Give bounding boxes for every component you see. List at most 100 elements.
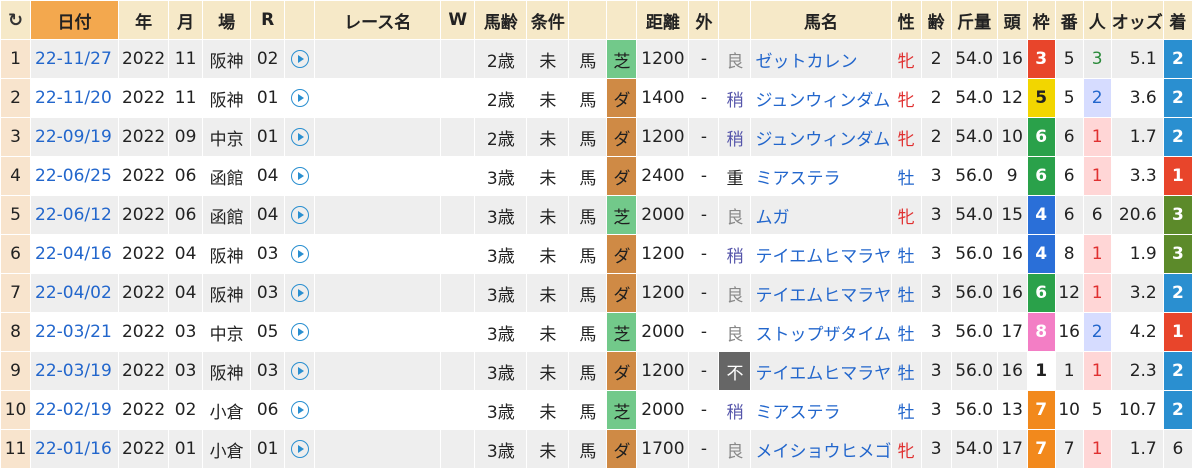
- play-icon[interactable]: [290, 167, 309, 185]
- play-icon[interactable]: [290, 50, 309, 68]
- header-popularity[interactable]: 人: [1082, 0, 1112, 40]
- table-row[interactable]: 8 22-03/21 2022 03 中京 05 3歳未馬芝 2000- 良ストップザタイム牡 3…: [0, 312, 1193, 352]
- header-horse-age[interactable]: 齢: [920, 0, 952, 40]
- play-icon[interactable]: [290, 362, 309, 380]
- popularity-cell: 1: [1082, 117, 1112, 157]
- play-icon[interactable]: [290, 245, 309, 263]
- play-button[interactable]: [284, 156, 316, 196]
- table-row[interactable]: 4 22-06/25 2022 06 函館 04 3歳未馬ダ 2400- 重ミアステラ牡 3 56.…: [0, 156, 1193, 196]
- header-umaban[interactable]: 番: [1054, 0, 1084, 40]
- date-link[interactable]: 22-01/16: [30, 429, 120, 469]
- date-link[interactable]: 22-09/19: [30, 117, 120, 157]
- distance-cell: 1200: [636, 273, 690, 313]
- header-horse-name[interactable]: 馬名: [750, 0, 892, 40]
- date-link[interactable]: 22-02/19: [30, 390, 120, 430]
- table-row[interactable]: 2 22-11/20 2022 11 阪神 01 2歳未馬ダ 1400- 稍ジュンウィンダム牝 2…: [0, 78, 1193, 118]
- header-condition[interactable]: 条件: [526, 0, 570, 40]
- odds-cell: 3.3: [1110, 156, 1164, 196]
- horse-name-link[interactable]: ストップザタイム: [750, 312, 892, 352]
- horse-cond-cell: 馬: [568, 273, 608, 313]
- table-row[interactable]: 3 22-09/19 2022 09 中京 01 2歳未馬ダ 1200- 稍ジュンウィンダム牝 2…: [0, 117, 1193, 157]
- refresh-icon[interactable]: ↻: [8, 10, 23, 31]
- distance-cell: 2000: [636, 312, 690, 352]
- header-finish[interactable]: 着: [1162, 0, 1193, 40]
- header-year[interactable]: 年: [118, 0, 170, 40]
- header-race-no[interactable]: R: [250, 0, 286, 40]
- header-age[interactable]: 馬齢: [474, 0, 528, 40]
- venue-cell: 中京: [202, 312, 252, 352]
- surface-cell: 芝: [606, 312, 638, 352]
- play-icon[interactable]: [290, 128, 309, 146]
- table-row[interactable]: 10 22-02/19 2022 02 小倉 06 3歳未馬芝 2000- 稍ミアステラ牡 3 56…: [0, 390, 1193, 430]
- horse-name-link[interactable]: ジュンウィンダム: [750, 117, 892, 157]
- date-link[interactable]: 22-04/16: [30, 234, 120, 274]
- date-link[interactable]: 22-11/20: [30, 78, 120, 118]
- play-button[interactable]: [284, 351, 316, 391]
- play-button[interactable]: [284, 390, 316, 430]
- header-date[interactable]: 日付: [30, 0, 120, 40]
- play-icon[interactable]: [290, 440, 309, 458]
- play-button[interactable]: [284, 39, 316, 79]
- date-link[interactable]: 22-11/27: [30, 39, 120, 79]
- waku-cell: 8: [1026, 312, 1056, 352]
- date-link[interactable]: 22-06/25: [30, 156, 120, 196]
- header-heads[interactable]: 頭: [996, 0, 1028, 40]
- date-link[interactable]: 22-04/02: [30, 273, 120, 313]
- w-cell: [440, 273, 476, 313]
- header-race-name[interactable]: レース名: [314, 0, 442, 40]
- play-icon[interactable]: [290, 89, 309, 107]
- w-cell: [440, 351, 476, 391]
- table-row[interactable]: 6 22-04/16 2022 04 阪神 03 3歳未馬ダ 1200- 稍テイエムヒマラヤ牡 3…: [0, 234, 1193, 274]
- popularity-cell: 1: [1082, 234, 1112, 274]
- play-icon[interactable]: [290, 206, 309, 224]
- w-cell: [440, 390, 476, 430]
- header-waku[interactable]: 枠: [1026, 0, 1056, 40]
- play-icon[interactable]: [290, 323, 309, 341]
- umaban-cell: 1: [1054, 351, 1084, 391]
- play-icon[interactable]: [290, 284, 309, 302]
- date-link[interactable]: 22-03/21: [30, 312, 120, 352]
- row-number: 2: [0, 78, 32, 118]
- play-button[interactable]: [284, 273, 316, 313]
- umaban-cell: 10: [1054, 390, 1084, 430]
- table-row[interactable]: 9 22-03/19 2022 03 阪神 03 3歳未馬ダ 1200- 不テイエムヒマラヤ牡 3…: [0, 351, 1193, 391]
- horse-name-link[interactable]: メイショウヒメゴゼ: [750, 429, 892, 469]
- refresh-header[interactable]: ↻: [0, 0, 32, 40]
- weight-cell: 56.0: [950, 351, 998, 391]
- header-sex[interactable]: 性: [890, 0, 922, 40]
- date-link[interactable]: 22-06/12: [30, 195, 120, 235]
- header-w[interactable]: W: [440, 0, 476, 40]
- header-weight[interactable]: 斤量: [950, 0, 998, 40]
- header-month[interactable]: 月: [168, 0, 204, 40]
- horse-name-link[interactable]: ゼットカレン: [750, 39, 892, 79]
- horse-name-link[interactable]: テイエムヒマラヤ: [750, 234, 892, 274]
- header-distance[interactable]: 距離: [636, 0, 690, 40]
- heads-cell: 15: [996, 195, 1028, 235]
- heads-cell: 16: [996, 234, 1028, 274]
- date-link[interactable]: 22-03/19: [30, 351, 120, 391]
- play-button[interactable]: [284, 234, 316, 274]
- table-row[interactable]: 5 22-06/12 2022 06 函館 04 3歳未馬芝 2000- 良ムガ牝 3 54.0 15…: [0, 195, 1193, 235]
- odds-cell: 2.3: [1110, 351, 1164, 391]
- distance-cell: 1200: [636, 351, 690, 391]
- play-button[interactable]: [284, 195, 316, 235]
- play-button[interactable]: [284, 312, 316, 352]
- header-odds[interactable]: オッズ: [1110, 0, 1164, 40]
- play-button[interactable]: [284, 117, 316, 157]
- table-row[interactable]: 1 22-11/27 2022 11 阪神 02 2歳未馬芝 1200- 良ゼットカレン牝 2 54…: [0, 39, 1193, 79]
- header-venue[interactable]: 場: [202, 0, 252, 40]
- horse-name-link[interactable]: ムガ: [750, 195, 892, 235]
- horse-name-link[interactable]: テイエムヒマラヤ: [750, 351, 892, 391]
- venue-cell: 阪神: [202, 78, 252, 118]
- horse-name-link[interactable]: ミアステラ: [750, 156, 892, 196]
- header-outer[interactable]: 外: [688, 0, 720, 40]
- play-button[interactable]: [284, 78, 316, 118]
- horse-name-link[interactable]: ジュンウィンダム: [750, 78, 892, 118]
- horse-cond-cell: 馬: [568, 78, 608, 118]
- play-button[interactable]: [284, 429, 316, 469]
- horse-name-link[interactable]: ミアステラ: [750, 390, 892, 430]
- horse-name-link[interactable]: テイエムヒマラヤ: [750, 273, 892, 313]
- play-icon[interactable]: [290, 401, 309, 419]
- table-row[interactable]: 1122-01/16202201小倉013歳未馬ダ1700-良メイショウヒメゴゼ…: [0, 429, 1193, 469]
- table-row[interactable]: 7 22-04/02 2022 04 阪神 03 3歳未馬ダ 1200- 良テイエムヒマラヤ牡 3…: [0, 273, 1193, 313]
